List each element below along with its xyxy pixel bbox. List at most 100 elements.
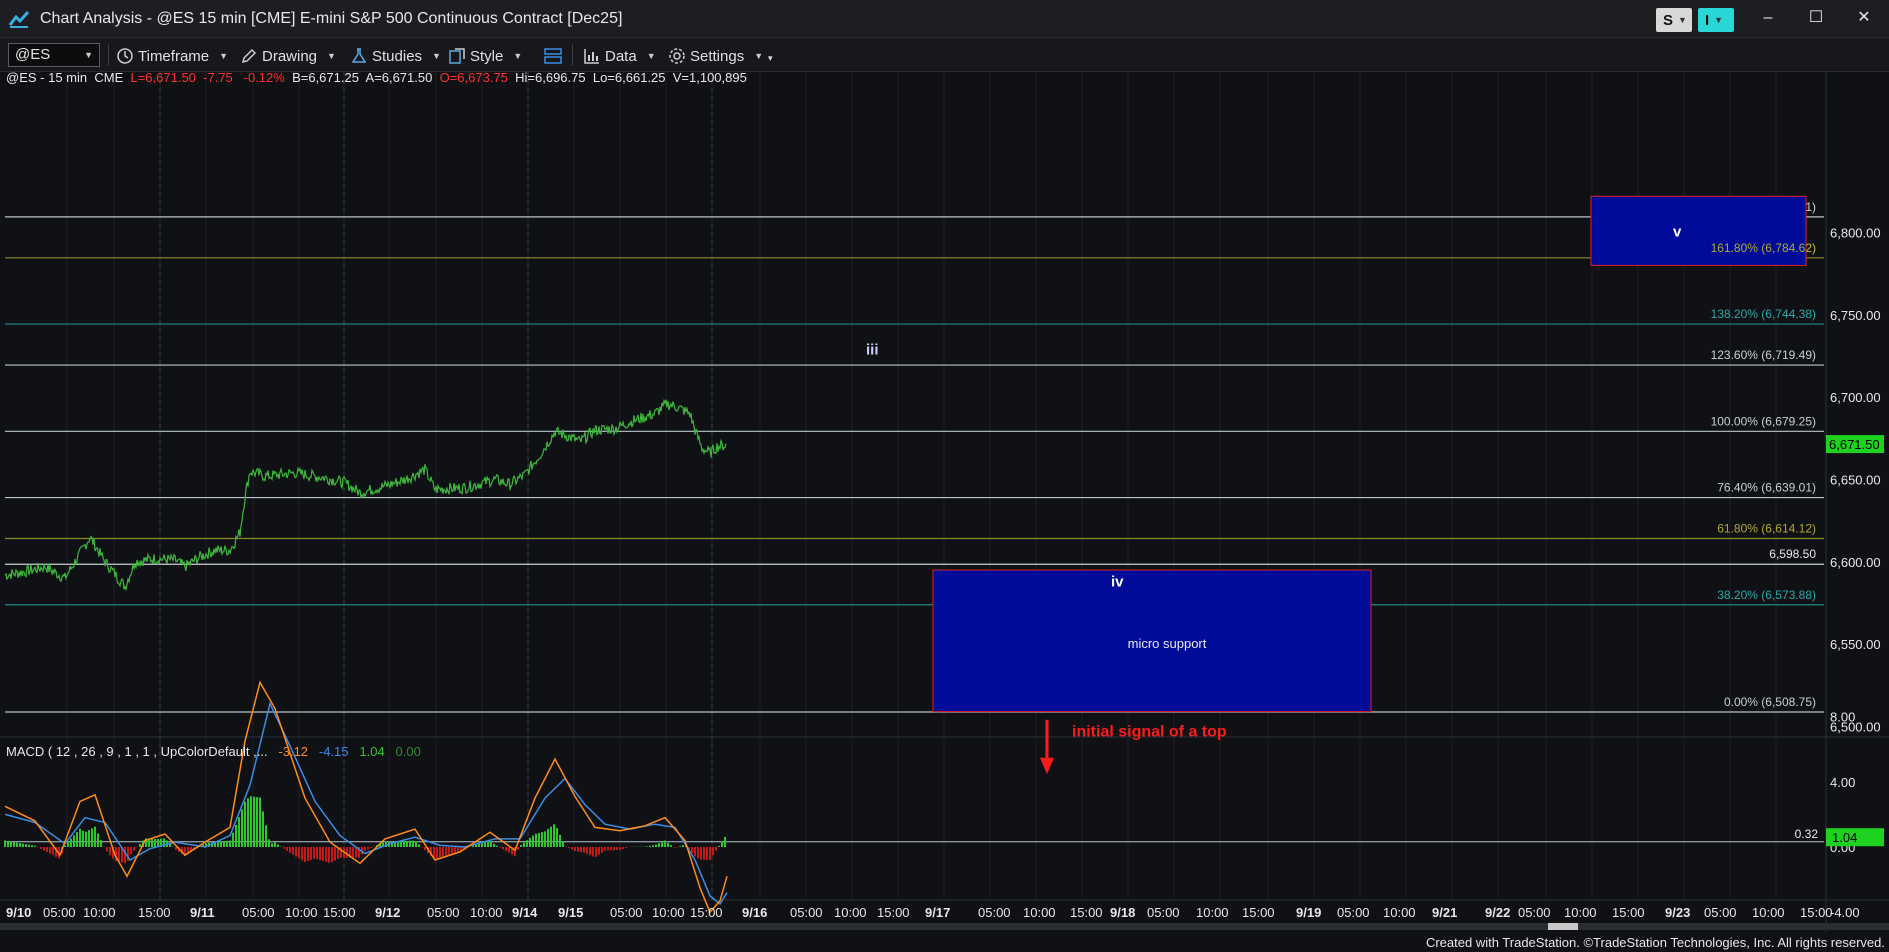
macd-axis-tick: 4.00 — [1830, 775, 1855, 790]
x-axis-tick: 9/12 — [375, 905, 400, 920]
chart-canvas[interactable]: 176.40% (6,809.51)161.80% (6,784.62)138.… — [0, 72, 1889, 932]
down-arrow-head-icon — [1040, 757, 1054, 775]
price-axis-tick: 6,550.00 — [1830, 637, 1881, 652]
x-axis-tick: 10:00 — [1564, 905, 1597, 920]
x-axis-tick: 15:00 — [323, 905, 356, 920]
status-symbol: @ES - 15 min — [6, 70, 88, 85]
fib-level-label: 76.40% (6,639.01) — [1717, 481, 1816, 495]
macd-value: -3.12 — [278, 744, 309, 759]
fib-level-label: 0.00% (6,508.75) — [1724, 695, 1816, 709]
clock-icon — [117, 48, 133, 64]
data-label: Data — [605, 47, 637, 65]
fib-level-label: 61.80% (6,614.12) — [1717, 522, 1816, 536]
x-axis-tick: 10:00 — [1383, 905, 1416, 920]
price-axis-tick: 6,600.00 — [1830, 555, 1881, 570]
settings-menu[interactable]: Settings ▼ — [668, 46, 763, 66]
toolbar-divider — [572, 44, 573, 66]
maximize-button[interactable]: ☐ — [1796, 6, 1836, 32]
macd-hist-tag-label: 1.04 — [1832, 830, 1857, 845]
horizontal-price-label: 6,598.50 — [1769, 547, 1816, 561]
status-bid: B=6,671.25 — [292, 70, 359, 85]
macd-axis-tick: 8.00 — [1830, 710, 1855, 725]
x-axis-tick: 05:00 — [1337, 905, 1370, 920]
x-axis-tick: 05:00 — [43, 905, 76, 920]
fib-level-label: 138.20% (6,744.38) — [1711, 307, 1816, 321]
x-axis-tick: 9/21 — [1432, 905, 1457, 920]
x-axis-tick: 15:00 — [1242, 905, 1275, 920]
status-low: Lo=6,661.25 — [592, 70, 666, 85]
x-axis-tick: 9/19 — [1296, 905, 1321, 920]
chevron-down-icon: ▼ — [84, 50, 93, 60]
copyright-footer: Created with TradeStation. ©TradeStation… — [1425, 935, 1885, 950]
chart-toolbar: @ES ▼ Timeframe ▼ Drawing ▼ Studies ▼ Style… — [0, 38, 1889, 72]
price-line — [4, 398, 727, 592]
chevron-down-icon: ▼ — [432, 51, 441, 61]
s-button-label: S — [1663, 11, 1674, 29]
close-button[interactable]: ✕ — [1844, 6, 1884, 32]
status-ask: A=6,671.50 — [365, 70, 433, 85]
workspace-button[interactable] — [543, 46, 567, 66]
drawing-label: Drawing — [262, 47, 318, 65]
x-axis-tick: 10:00 — [470, 905, 503, 920]
macd-line — [4, 680, 728, 914]
price-axis-tick: 6,800.00 — [1830, 226, 1881, 241]
x-axis-tick: 9/22 — [1485, 905, 1510, 920]
drawing-menu[interactable]: Drawing ▼ — [240, 46, 336, 66]
initial-signal-label: initial signal of a top — [1072, 723, 1227, 740]
horizontal-scrollbar-thumb[interactable] — [1548, 923, 1578, 930]
studies-menu[interactable]: Studies ▼ — [350, 46, 441, 66]
i-button[interactable]: I ▼ — [1698, 8, 1734, 32]
status-last: L=6,671.50 — [130, 70, 196, 85]
s-button[interactable]: S ▼ — [1656, 8, 1692, 32]
macd-zero-value: 0.00 — [395, 744, 421, 759]
timeframe-menu[interactable]: Timeframe ▼ — [116, 46, 228, 66]
symbol-value: @ES — [15, 46, 51, 63]
x-axis-tick: 10:00 — [1196, 905, 1229, 920]
status-change-pct: -0.12% — [243, 70, 285, 85]
style-icon — [449, 48, 465, 64]
macd-legend-title: MACD ( 12 , 26 , 9 , 1 , 1 , UpColorDefa… — [6, 744, 268, 759]
toolbar-overflow-icon[interactable]: ▾ — [768, 48, 773, 68]
wave-v-label: v — [1673, 224, 1682, 241]
window-title: Chart Analysis - @ES 15 min [CME] E-mini… — [40, 10, 623, 27]
x-axis-tick: 05:00 — [978, 905, 1011, 920]
x-axis-tick: 10:00 — [1752, 905, 1785, 920]
chevron-down-icon: ▼ — [754, 51, 764, 61]
status-exchange: CME — [94, 70, 124, 85]
price-axis-tick: 6,650.00 — [1830, 472, 1881, 487]
symbol-input[interactable]: @ES ▼ — [8, 43, 100, 67]
style-label: Style — [470, 47, 504, 65]
x-axis-tick: 05:00 — [427, 905, 460, 920]
chevron-down-icon: ▼ — [327, 51, 336, 61]
status-volume: V=1,100,895 — [672, 70, 747, 85]
x-axis-tick: 15:00 — [877, 905, 910, 920]
x-axis-tick: 15:00 — [1800, 905, 1833, 920]
x-axis-tick: 05:00 — [1518, 905, 1551, 920]
micro-support-label: micro support — [1128, 636, 1207, 651]
macd-hist-value: 1.04 — [359, 744, 385, 759]
fib-level-label: 123.60% (6,719.49) — [1711, 348, 1816, 362]
style-menu[interactable]: Style ▼ — [448, 46, 522, 66]
x-axis-tick: 9/16 — [742, 905, 767, 920]
x-axis-tick: 15:00 — [138, 905, 171, 920]
x-axis-tick: 05:00 — [242, 905, 275, 920]
status-change: -7.75 — [203, 70, 233, 85]
x-axis-tick: 05:00 — [1147, 905, 1180, 920]
horizontal-scrollbar-track — [0, 923, 1889, 930]
chart-area[interactable]: 176.40% (6,809.51)161.80% (6,784.62)138.… — [0, 70, 1889, 932]
i-button-label: I — [1705, 11, 1710, 29]
fib-level-label: 100.00% (6,679.25) — [1711, 414, 1816, 428]
x-axis-tick: 9/14 — [512, 905, 538, 920]
x-axis-tick: 15:00 — [690, 905, 723, 920]
x-axis-tick: 10:00 — [285, 905, 318, 920]
x-axis-tick: 9/10 — [6, 905, 31, 920]
data-menu[interactable]: Data ▼ — [583, 46, 656, 66]
last-price-tag-label: 6,671.50 — [1829, 437, 1880, 452]
minimize-button[interactable]: – — [1748, 6, 1788, 32]
macd-signal-value: -4.15 — [318, 744, 349, 759]
macd-zero-line-label: 0.32 — [1795, 827, 1819, 841]
gear-icon — [669, 48, 685, 64]
x-axis-tick: 10:00 — [834, 905, 867, 920]
price-axis-tick: 6,700.00 — [1830, 390, 1881, 405]
wave-iv-label: iv — [1111, 573, 1124, 590]
